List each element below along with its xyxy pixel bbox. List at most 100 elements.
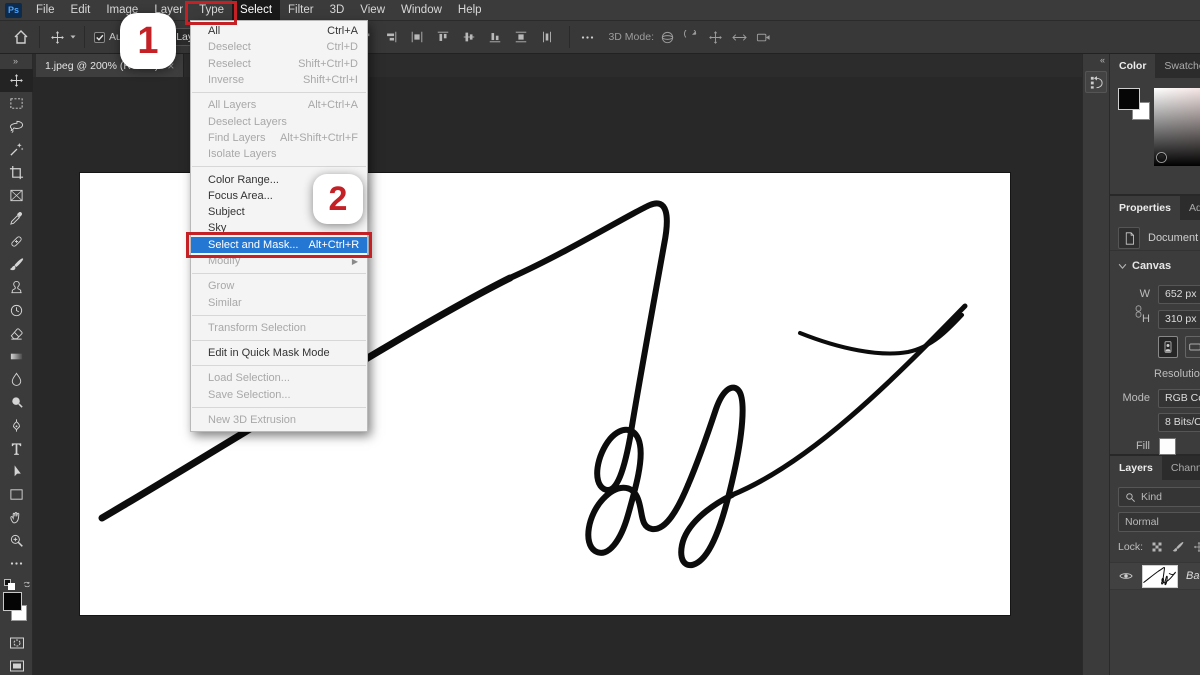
- eyedropper-tool[interactable]: [0, 207, 33, 230]
- distribute-gaps-icon[interactable]: [537, 30, 557, 44]
- move-tool-options-icon[interactable]: [47, 30, 68, 45]
- color-tab-swatches[interactable]: Swatches: [1155, 54, 1200, 78]
- zoom-tool[interactable]: [0, 529, 33, 552]
- eraser-tool[interactable]: [0, 322, 33, 345]
- bit-depth-dropdown[interactable]: 8 Bits/Channel: [1158, 413, 1200, 432]
- menu-select[interactable]: Select: [232, 0, 280, 20]
- history-brush-tool[interactable]: [0, 299, 33, 322]
- drag-3d-icon[interactable]: [708, 30, 723, 45]
- dodge-tool[interactable]: [0, 391, 33, 414]
- screen-mode-button[interactable]: [0, 654, 33, 675]
- frame-tool[interactable]: [0, 184, 33, 207]
- layer-filter-dropdown[interactable]: Kind: [1118, 487, 1200, 507]
- blur-tool[interactable]: [0, 368, 33, 391]
- collapse-panels-icon[interactable]: «: [1083, 54, 1109, 68]
- distribute-v-icon[interactable]: [511, 30, 531, 44]
- menu-view[interactable]: View: [352, 0, 393, 20]
- healing-brush-tool[interactable]: [0, 230, 33, 253]
- home-icon[interactable]: [10, 29, 32, 45]
- align-middle-icon[interactable]: [459, 30, 479, 44]
- lock-checkerboard-icon[interactable]: [1151, 541, 1163, 553]
- camera-3d-icon[interactable]: [756, 30, 771, 45]
- properties-tab-properties[interactable]: Properties: [1110, 196, 1180, 220]
- chevron-down-icon[interactable]: [69, 33, 77, 41]
- gradient-tool[interactable]: [0, 345, 33, 368]
- properties-tab-adjustments[interactable]: Adjustments: [1180, 196, 1200, 220]
- menu-item-new-3d-extrusion: New 3D Extrusion: [191, 412, 367, 428]
- swap-colors-icon[interactable]: [22, 577, 33, 595]
- menu-file[interactable]: File: [28, 0, 63, 20]
- toolbar-expand-icon[interactable]: »: [0, 54, 32, 69]
- photoshop-logo-icon[interactable]: Ps: [5, 3, 22, 18]
- menu-items: FileEditImageLayerTypeSelectFilter3DView…: [28, 0, 490, 20]
- move-tool[interactable]: [0, 69, 33, 92]
- roll-3d-icon[interactable]: [684, 30, 699, 45]
- color-picker-field[interactable]: [1154, 88, 1200, 166]
- search-icon: [1125, 492, 1136, 503]
- menu-help[interactable]: Help: [450, 0, 490, 20]
- menu-edit[interactable]: Edit: [63, 0, 99, 20]
- menu-item-edit-in-quick-mask-mode[interactable]: Edit in Quick Mask Mode: [191, 345, 367, 361]
- panel-dock-strip: «: [1082, 54, 1110, 675]
- brush-tool[interactable]: [0, 253, 33, 276]
- menu-item-transform-selection: Transform Selection: [191, 320, 367, 336]
- portrait-orientation-button[interactable]: [1158, 336, 1178, 358]
- layers-tab-channels[interactable]: Channels: [1162, 456, 1200, 480]
- color-tab-color[interactable]: Color: [1110, 54, 1155, 78]
- properties-panel: PropertiesAdjustments Document Canvas W …: [1110, 196, 1200, 454]
- marquee-tool[interactable]: [0, 92, 33, 115]
- fill-color-swatch[interactable]: [1159, 438, 1176, 455]
- tools-column: [0, 69, 32, 575]
- step2-highlight-box: [186, 232, 372, 258]
- distribute-h-icon[interactable]: [407, 30, 427, 44]
- blend-mode-dropdown[interactable]: Normal: [1118, 512, 1200, 532]
- more-options-icon[interactable]: [577, 30, 598, 45]
- layers-tab-layers[interactable]: Layers: [1110, 456, 1162, 480]
- foreground-color-swatch[interactable]: [3, 592, 22, 611]
- step2-badge: 2: [313, 174, 363, 224]
- rectangle-tool[interactable]: [0, 483, 33, 506]
- clone-stamp-tool[interactable]: [0, 276, 33, 299]
- menu-separator: [192, 407, 366, 408]
- canvas-height-field[interactable]: 310 px: [1158, 310, 1200, 329]
- lock-move-icon[interactable]: [1193, 541, 1200, 553]
- menu-separator: [192, 166, 366, 167]
- slide-3d-icon[interactable]: [732, 30, 747, 45]
- tool-bar: »: [0, 54, 33, 675]
- layer-visibility-eye-icon[interactable]: [1119, 569, 1133, 583]
- align-right-icon[interactable]: [381, 30, 401, 44]
- canvas-width-field[interactable]: 652 px: [1158, 285, 1200, 304]
- width-label: W: [1110, 288, 1150, 300]
- color-picker-cursor[interactable]: [1157, 153, 1166, 162]
- menu-filter[interactable]: Filter: [280, 0, 322, 20]
- type-tool[interactable]: [0, 437, 33, 460]
- align-bottom-icon[interactable]: [485, 30, 505, 44]
- path-select-tool[interactable]: [0, 460, 33, 483]
- hand-tool[interactable]: [0, 506, 33, 529]
- layer-row-background[interactable]: Background: [1110, 562, 1200, 590]
- landscape-orientation-button[interactable]: [1185, 336, 1200, 358]
- layer-thumbnail[interactable]: [1142, 565, 1178, 588]
- menu-3d[interactable]: 3D: [322, 0, 353, 20]
- lock-brush-icon[interactable]: [1172, 541, 1184, 553]
- quick-mask-button[interactable]: [0, 631, 33, 654]
- menu-window[interactable]: Window: [393, 0, 450, 20]
- menu-item-reselect: ReselectShift+Ctrl+D: [191, 56, 367, 72]
- history-panel-icon[interactable]: [1085, 71, 1107, 93]
- rotate-3d-icon[interactable]: [660, 30, 675, 45]
- menu-item-deselect-layers: Deselect Layers: [191, 113, 367, 129]
- pen-tool[interactable]: [0, 414, 33, 437]
- lasso-tool[interactable]: [0, 115, 33, 138]
- fill-label: Fill: [1110, 440, 1150, 452]
- quick-select-tool[interactable]: [0, 138, 33, 161]
- align-top-icon[interactable]: [433, 30, 453, 44]
- more-dots-tool[interactable]: [0, 552, 33, 575]
- menu-item-isolate-layers: Isolate Layers: [191, 146, 367, 162]
- color-mode-dropdown[interactable]: RGB Color: [1158, 389, 1200, 408]
- foreground-color-swatch[interactable]: [1118, 88, 1140, 110]
- color-wells: [0, 579, 33, 625]
- auto-select-checkbox[interactable]: [94, 32, 105, 43]
- menu-item-all[interactable]: AllCtrl+A: [191, 23, 367, 39]
- crop-tool[interactable]: [0, 161, 33, 184]
- chevron-down-icon[interactable]: [1118, 262, 1127, 271]
